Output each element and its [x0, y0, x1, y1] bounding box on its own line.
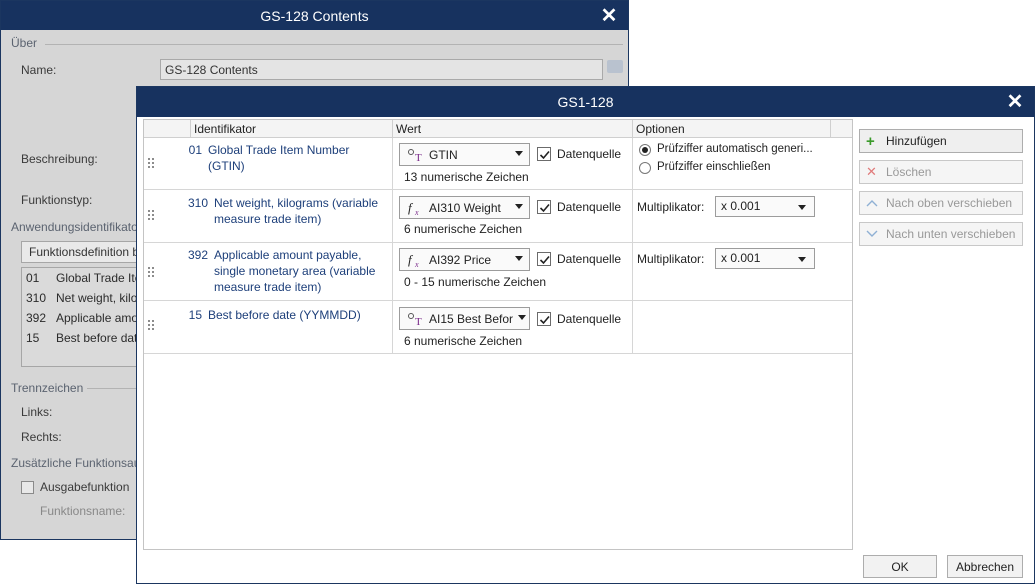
database-variable-icon: T: [407, 148, 429, 162]
list-item[interactable]: 392 Applicable amo: [22, 308, 150, 328]
chevron-up-icon: [866, 199, 886, 207]
svg-text:f: f: [408, 200, 414, 215]
grip-header: [144, 120, 191, 138]
description-label: Beschreibung:: [21, 152, 98, 166]
ai-name: Global Trade Item Number (GTIN): [208, 143, 350, 173]
background-window-title: GS-128 Contents: [260, 7, 369, 24]
value-combo[interactable]: fx AI392 Price: [399, 248, 530, 271]
list-item[interactable]: 15 Best before dat: [22, 328, 150, 348]
background-titlebar: GS-128 Contents ✕: [1, 1, 628, 30]
ok-button[interactable]: OK: [863, 555, 937, 578]
plus-icon: +: [866, 132, 875, 150]
include-check-digit-radio[interactable]: [639, 162, 651, 174]
about-divider: [45, 44, 623, 45]
ai-code: 01: [188, 143, 202, 157]
data-source-label: Datenquelle: [557, 200, 622, 214]
comment-icon[interactable]: [607, 60, 623, 73]
svg-text:x: x: [414, 260, 419, 268]
function-type-label: Funktionstyp:: [21, 193, 93, 207]
table-row[interactable]: 310 Net weight, kilograms (variable meas…: [144, 190, 852, 243]
ai-list[interactable]: 01 Global Trade Ite 310 Net weight, kilo 3…: [21, 267, 151, 367]
drag-handle[interactable]: [148, 158, 154, 172]
output-function-label: Ausgabefunktion: [40, 480, 130, 494]
delete-x-icon: ✕: [866, 164, 877, 179]
chevron-down-icon: [866, 230, 886, 238]
data-source-label: Datenquelle: [557, 312, 622, 326]
data-source-checkbox[interactable]: [537, 200, 551, 214]
multiplier-select[interactable]: x 0.001: [715, 196, 815, 217]
svg-text:f: f: [408, 252, 414, 267]
drag-handle[interactable]: [148, 210, 154, 224]
ai-name: Applicable amount payable, single moneta…: [214, 248, 376, 294]
include-check-digit-label: Prüfziffer einschließen: [657, 161, 771, 173]
gs1-128-dialog: GS1-128 ✕ Identifikator Wert Optionen 01…: [136, 86, 1035, 584]
data-source-checkbox[interactable]: [537, 312, 551, 326]
dialog-title: GS1-128: [557, 94, 614, 110]
format-hint: 0 - 15 numerische Zeichen: [404, 275, 547, 289]
function-name-label: Funktionsname:: [40, 504, 126, 518]
ai-grid: Identifikator Wert Optionen 01 Global Tr…: [143, 119, 853, 550]
delete-button[interactable]: ✕ Löschen: [859, 160, 1023, 184]
table-row[interactable]: 01 Global Trade Item Number (GTIN) T GTI…: [144, 138, 852, 190]
svg-text:T: T: [415, 152, 422, 162]
ai-code: 392: [187, 248, 208, 262]
cancel-button[interactable]: Abbrechen: [947, 555, 1023, 578]
ai-section-label: Anwendungsidentifikato: [11, 220, 138, 234]
grid-header: Identifikator Wert Optionen: [144, 120, 852, 138]
svg-text:T: T: [415, 316, 422, 326]
data-source-label: Datenquelle: [557, 252, 622, 266]
multiplier-select[interactable]: x 0.001: [715, 248, 815, 269]
about-section-label: Über: [11, 36, 38, 50]
multiplier-label: Multiplikator:: [637, 200, 705, 214]
extra-function-section-label: Zusätzliche Funktionsau: [11, 456, 141, 470]
output-function-checkbox[interactable]: [21, 481, 34, 494]
multiplier-label: Multiplikator:: [637, 252, 705, 266]
drag-handle[interactable]: [148, 320, 154, 334]
format-hint: 6 numerische Zeichen: [404, 222, 523, 236]
column-header-options[interactable]: Optionen: [633, 120, 831, 138]
value-combo[interactable]: fx AI310 Weight: [399, 196, 530, 219]
column-header-value[interactable]: Wert: [393, 120, 633, 138]
database-variable-icon: T: [407, 312, 429, 326]
ai-name: Best before date (YYMMDD): [208, 308, 361, 322]
dialog-close-icon[interactable]: ✕: [1004, 90, 1026, 113]
table-row[interactable]: 15 Best before date (YYMMDD) T AI15 Best…: [144, 301, 852, 354]
value-combo[interactable]: T GTIN: [399, 143, 530, 166]
function-icon: fx: [407, 200, 429, 216]
format-hint: 6 numerische Zeichen: [404, 334, 523, 348]
function-definition-button[interactable]: Funktionsdefinition b: [21, 241, 141, 263]
name-label: Name:: [21, 63, 57, 77]
ai-code: 310: [187, 196, 208, 210]
column-header-identifier[interactable]: Identifikator: [191, 120, 393, 138]
value-combo[interactable]: T AI15 Best Befor: [399, 307, 530, 330]
drag-handle[interactable]: [148, 267, 154, 281]
left-separator-label: Links:: [21, 405, 53, 419]
background-close-icon[interactable]: ✕: [598, 4, 620, 27]
add-button[interactable]: + Hinzufügen: [859, 129, 1023, 153]
data-source-checkbox[interactable]: [537, 252, 551, 266]
right-separator-label: Rechts:: [21, 430, 62, 444]
ai-code: 15: [188, 308, 202, 322]
table-row[interactable]: 392 Applicable amount payable, single mo…: [144, 243, 852, 301]
move-down-button[interactable]: Nach unten verschieben: [859, 222, 1023, 246]
ai-name: Net weight, kilograms (variable measure …: [214, 196, 379, 226]
dialog-titlebar: GS1-128 ✕: [137, 87, 1034, 117]
format-hint: 13 numerische Zeichen: [404, 170, 529, 184]
data-source-checkbox[interactable]: [537, 147, 551, 161]
list-item[interactable]: 01 Global Trade Ite: [22, 268, 150, 288]
function-icon: fx: [407, 252, 429, 268]
name-input[interactable]: [160, 59, 603, 80]
list-item[interactable]: 310 Net weight, kilo: [22, 288, 150, 308]
separators-section-label: Trennzeichen: [11, 381, 84, 395]
auto-check-digit-label: Prüfziffer automatisch generi...: [657, 143, 813, 155]
separators-divider: [87, 388, 137, 389]
move-up-button[interactable]: Nach oben verschieben: [859, 191, 1023, 215]
auto-check-digit-radio[interactable]: [639, 144, 651, 156]
data-source-label: Datenquelle: [557, 147, 622, 161]
svg-text:x: x: [414, 208, 419, 216]
